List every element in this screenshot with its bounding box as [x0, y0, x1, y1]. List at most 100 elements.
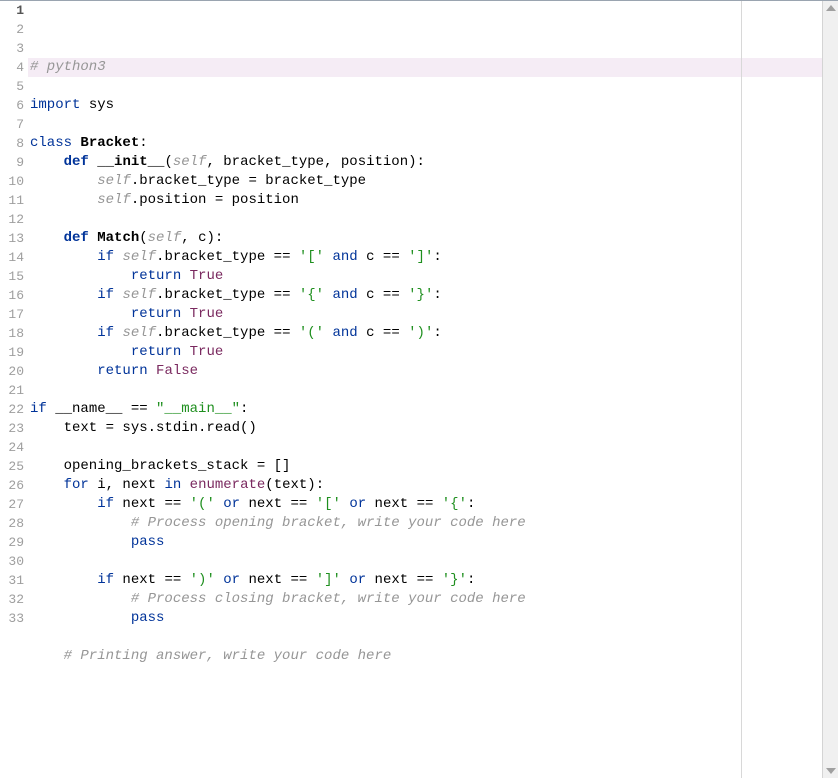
code-line[interactable]: [28, 628, 822, 647]
code-token: self: [97, 173, 131, 189]
code-line[interactable]: def __init__(self, bracket_type, positio…: [28, 153, 822, 172]
code-line[interactable]: [28, 552, 822, 571]
code-line[interactable]: if __name__ == "__main__":: [28, 400, 822, 419]
code-token: (: [139, 230, 147, 246]
code-token: # python3: [30, 59, 106, 75]
line-number: 3: [0, 39, 24, 58]
code-token: next ==: [366, 496, 442, 512]
code-token: or: [349, 496, 366, 512]
code-token: [30, 287, 97, 303]
line-number: 26: [0, 476, 24, 495]
code-token: [30, 610, 131, 626]
code-token: pass: [131, 610, 165, 626]
line-number: 2: [0, 20, 24, 39]
code-line[interactable]: self.bracket_type = bracket_type: [28, 172, 822, 191]
code-line[interactable]: return True: [28, 343, 822, 362]
code-token: in: [164, 477, 181, 493]
code-line[interactable]: [28, 210, 822, 229]
code-line[interactable]: # Printing answer, write your code here: [28, 647, 822, 666]
code-token: enumerate: [190, 477, 266, 493]
code-line[interactable]: pass: [28, 609, 822, 628]
code-token: c ==: [358, 325, 408, 341]
line-number: 9: [0, 153, 24, 172]
code-token: '[': [316, 496, 341, 512]
code-line[interactable]: # Process opening bracket, write your co…: [28, 514, 822, 533]
code-token: self: [148, 230, 182, 246]
code-token: [30, 515, 131, 531]
vertical-scrollbar[interactable]: [822, 1, 838, 778]
code-line[interactable]: return True: [28, 267, 822, 286]
code-token: self: [122, 249, 156, 265]
code-token: [30, 249, 97, 265]
code-line[interactable]: if self.bracket_type == '(' and c == ')'…: [28, 324, 822, 343]
code-token: next ==: [114, 572, 190, 588]
code-token: .bracket_type ==: [156, 325, 299, 341]
line-number: 20: [0, 362, 24, 381]
code-token: next ==: [114, 496, 190, 512]
code-line[interactable]: if self.bracket_type == '[' and c == ']'…: [28, 248, 822, 267]
code-token: ')': [408, 325, 433, 341]
code-line[interactable]: if next == ')' or next == ']' or next ==…: [28, 571, 822, 590]
code-token: c ==: [358, 287, 408, 303]
code-token: sys: [80, 97, 114, 113]
code-line[interactable]: [28, 77, 822, 96]
code-line[interactable]: [28, 666, 822, 685]
line-number: 5: [0, 77, 24, 96]
code-token: "__main__": [156, 401, 240, 417]
code-token: return: [131, 344, 181, 360]
code-line[interactable]: [28, 381, 822, 400]
code-token: self: [122, 325, 156, 341]
code-line[interactable]: return True: [28, 305, 822, 324]
code-token: or: [223, 496, 240, 512]
code-token: for: [64, 477, 89, 493]
code-token: True: [190, 306, 224, 322]
code-token: return: [97, 363, 147, 379]
code-token: .bracket_type = bracket_type: [131, 173, 366, 189]
code-token: [148, 363, 156, 379]
code-line[interactable]: text = sys.stdin.read(): [28, 419, 822, 438]
code-line[interactable]: opening_brackets_stack = []: [28, 457, 822, 476]
code-token: '{': [299, 287, 324, 303]
code-editor[interactable]: 1234567891011121314151617181920212223242…: [0, 1, 838, 778]
code-token: [30, 154, 64, 170]
code-token: [324, 325, 332, 341]
code-token: and: [333, 249, 358, 265]
code-line[interactable]: class Bracket:: [28, 134, 822, 153]
code-token: and: [333, 287, 358, 303]
code-line[interactable]: # Process closing bracket, write your co…: [28, 590, 822, 609]
code-line[interactable]: # python3: [28, 58, 822, 77]
code-token: '{': [442, 496, 467, 512]
code-line[interactable]: pass: [28, 533, 822, 552]
code-token: (: [164, 154, 172, 170]
code-token: :: [433, 287, 441, 303]
code-line[interactable]: if next == '(' or next == '[' or next ==…: [28, 495, 822, 514]
code-token: ']': [316, 572, 341, 588]
line-number: 22: [0, 400, 24, 419]
code-token: c ==: [358, 249, 408, 265]
code-line[interactable]: for i, next in enumerate(text):: [28, 476, 822, 495]
code-token: [30, 477, 64, 493]
code-line[interactable]: [28, 115, 822, 134]
code-token: [30, 230, 64, 246]
code-token: class: [30, 135, 72, 151]
line-number: 17: [0, 305, 24, 324]
line-number: 21: [0, 381, 24, 400]
code-token: [89, 230, 97, 246]
code-line[interactable]: if self.bracket_type == '{' and c == '}'…: [28, 286, 822, 305]
line-number: 29: [0, 533, 24, 552]
line-number: 12: [0, 210, 24, 229]
code-line[interactable]: self.position = position: [28, 191, 822, 210]
code-line[interactable]: return False: [28, 362, 822, 381]
code-token: ']': [408, 249, 433, 265]
code-text-area[interactable]: # python3 import sys class Bracket: def __…: [28, 1, 822, 778]
code-line[interactable]: [28, 438, 822, 457]
line-number-gutter: 1234567891011121314151617181920212223242…: [0, 1, 28, 778]
code-line[interactable]: def Match(self, c):: [28, 229, 822, 248]
code-token: :: [433, 249, 441, 265]
code-token: and: [333, 325, 358, 341]
code-token: i, next: [89, 477, 165, 493]
code-line[interactable]: import sys: [28, 96, 822, 115]
code-token: def: [64, 230, 89, 246]
code-token: '}': [408, 287, 433, 303]
code-token: , bracket_type, position):: [206, 154, 424, 170]
